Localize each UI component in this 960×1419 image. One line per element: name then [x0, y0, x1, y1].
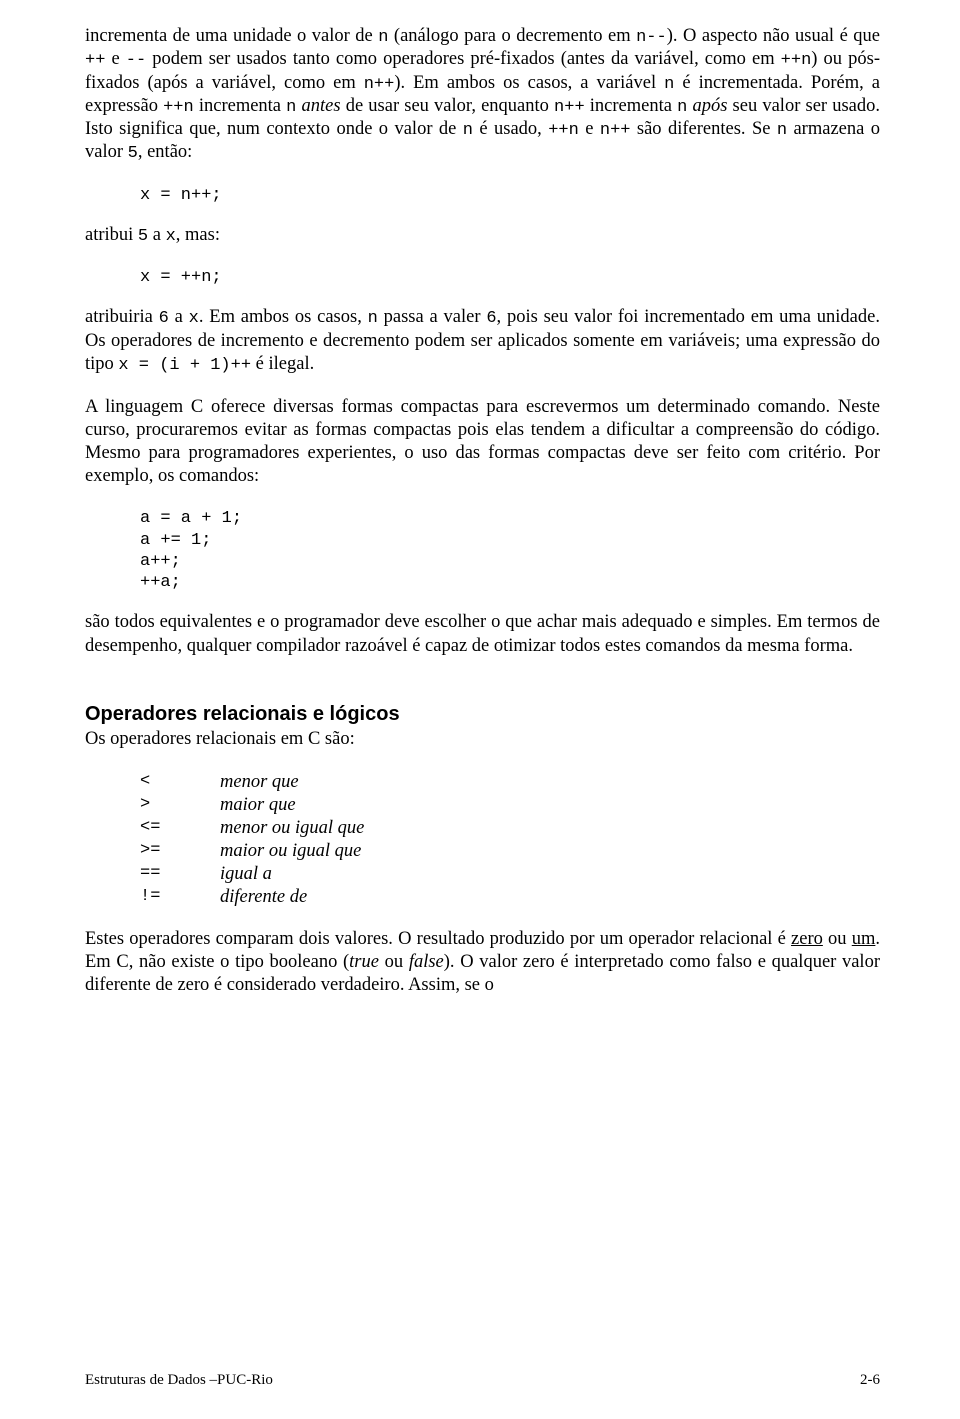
text: podem ser usados tanto como operadores p…: [146, 49, 780, 69]
code-n: n: [378, 28, 388, 47]
code-five: 5: [138, 227, 148, 246]
operator-row: != diferente de: [140, 886, 880, 909]
text: incrementa: [194, 96, 286, 116]
operator-row: > maior que: [140, 794, 880, 817]
paragraph-4: A linguagem C oferece diversas formas co…: [85, 396, 880, 489]
text: é ilegal.: [251, 354, 314, 374]
text: , então:: [138, 142, 192, 162]
text: , mas:: [176, 225, 220, 245]
text: (análogo para o decremento em: [388, 26, 636, 46]
text: . Em ambos os casos,: [199, 307, 368, 327]
code-block-1: x = n++;: [140, 185, 880, 206]
emph-apos: após: [687, 96, 727, 116]
document-page: incrementa de uma unidade o valor de n (…: [0, 0, 960, 1419]
emph-antes: antes: [296, 96, 340, 116]
paragraph-1: incrementa de uma unidade o valor de n (…: [85, 25, 880, 165]
operator-description: diferente de: [220, 886, 307, 909]
operator-description: menor que: [220, 771, 299, 794]
text: a: [169, 307, 189, 327]
code-n: n: [368, 309, 378, 328]
page-footer: Estruturas de Dados –PUC-Rio 2-6: [85, 1372, 880, 1389]
code-n: n: [677, 98, 687, 117]
code-n: n: [777, 121, 787, 140]
section-heading-operators: Operadores relacionais e lógicos: [85, 703, 880, 726]
operator-description: maior que: [220, 794, 296, 817]
text: de usar seu valor, enquanto: [341, 96, 554, 116]
code-block-3: a = a + 1; a += 1; a++; ++a;: [140, 508, 880, 593]
code-n: n: [664, 75, 674, 94]
code-illegal: x = (i + 1)++: [118, 356, 251, 375]
emph-true: true: [349, 952, 379, 972]
paragraph-6: Os operadores relacionais em C são:: [85, 728, 880, 751]
text: a: [148, 225, 165, 245]
text: e: [579, 119, 600, 139]
code-x: x: [189, 309, 199, 328]
operator-symbol: <: [140, 771, 220, 794]
emph-false: false: [409, 952, 444, 972]
text: Estes operadores comparam dois valores. …: [85, 929, 791, 949]
code-inc: ++: [85, 51, 105, 70]
text: é usado,: [473, 119, 548, 139]
code-post-n: n++: [554, 98, 585, 117]
operator-description: igual a: [220, 863, 272, 886]
code-post-n: n++: [364, 75, 395, 94]
code-block-2: x = ++n;: [140, 267, 880, 288]
text: ou: [379, 952, 409, 972]
operator-table: < menor que > maior que <= menor ou igua…: [140, 771, 880, 910]
code-five: 5: [128, 144, 138, 163]
operator-row: >= maior ou igual que: [140, 840, 880, 863]
code-six: 6: [159, 309, 169, 328]
text: ). Em ambos os casos, a variável: [394, 73, 664, 93]
text: incrementa de uma unidade o valor de: [85, 26, 378, 46]
code-pre-n: ++n: [163, 98, 194, 117]
footer-left: Estruturas de Dados –PUC-Rio: [85, 1372, 273, 1389]
text: passa a valer: [378, 307, 486, 327]
code-post-n: n++: [600, 121, 631, 140]
code-n: n: [286, 98, 296, 117]
code-six: 6: [486, 309, 496, 328]
code-n: n: [463, 121, 473, 140]
text: são diferentes. Se: [630, 119, 776, 139]
operator-symbol: >=: [140, 840, 220, 863]
text: incrementa: [585, 96, 677, 116]
underline-zero: zero: [791, 929, 823, 949]
operator-row: < menor que: [140, 771, 880, 794]
code-pre-n: ++n: [781, 51, 812, 70]
paragraph-5: são todos equivalentes e o programador d…: [85, 611, 880, 657]
operator-symbol: !=: [140, 886, 220, 909]
text: ou: [823, 929, 852, 949]
text: e: [105, 49, 125, 69]
code-x: x: [166, 227, 176, 246]
footer-page-number: 2-6: [860, 1372, 880, 1389]
operator-symbol: >: [140, 794, 220, 817]
text: atribui: [85, 225, 138, 245]
code-n-dec: n--: [636, 28, 667, 47]
paragraph-7: Estes operadores comparam dois valores. …: [85, 928, 880, 997]
operator-symbol: ==: [140, 863, 220, 886]
operator-symbol: <=: [140, 817, 220, 840]
text: atribuiria: [85, 307, 159, 327]
code-pre-n: ++n: [548, 121, 579, 140]
code-dec: --: [126, 51, 146, 70]
operator-row: == igual a: [140, 863, 880, 886]
operator-row: <= menor ou igual que: [140, 817, 880, 840]
paragraph-3: atribuiria 6 a x. Em ambos os casos, n p…: [85, 306, 880, 376]
text: ). O aspecto não usual é que: [667, 26, 880, 46]
paragraph-2: atribui 5 a x, mas:: [85, 224, 880, 247]
operator-description: maior ou igual que: [220, 840, 361, 863]
operator-description: menor ou igual que: [220, 817, 364, 840]
underline-um: um: [852, 929, 876, 949]
